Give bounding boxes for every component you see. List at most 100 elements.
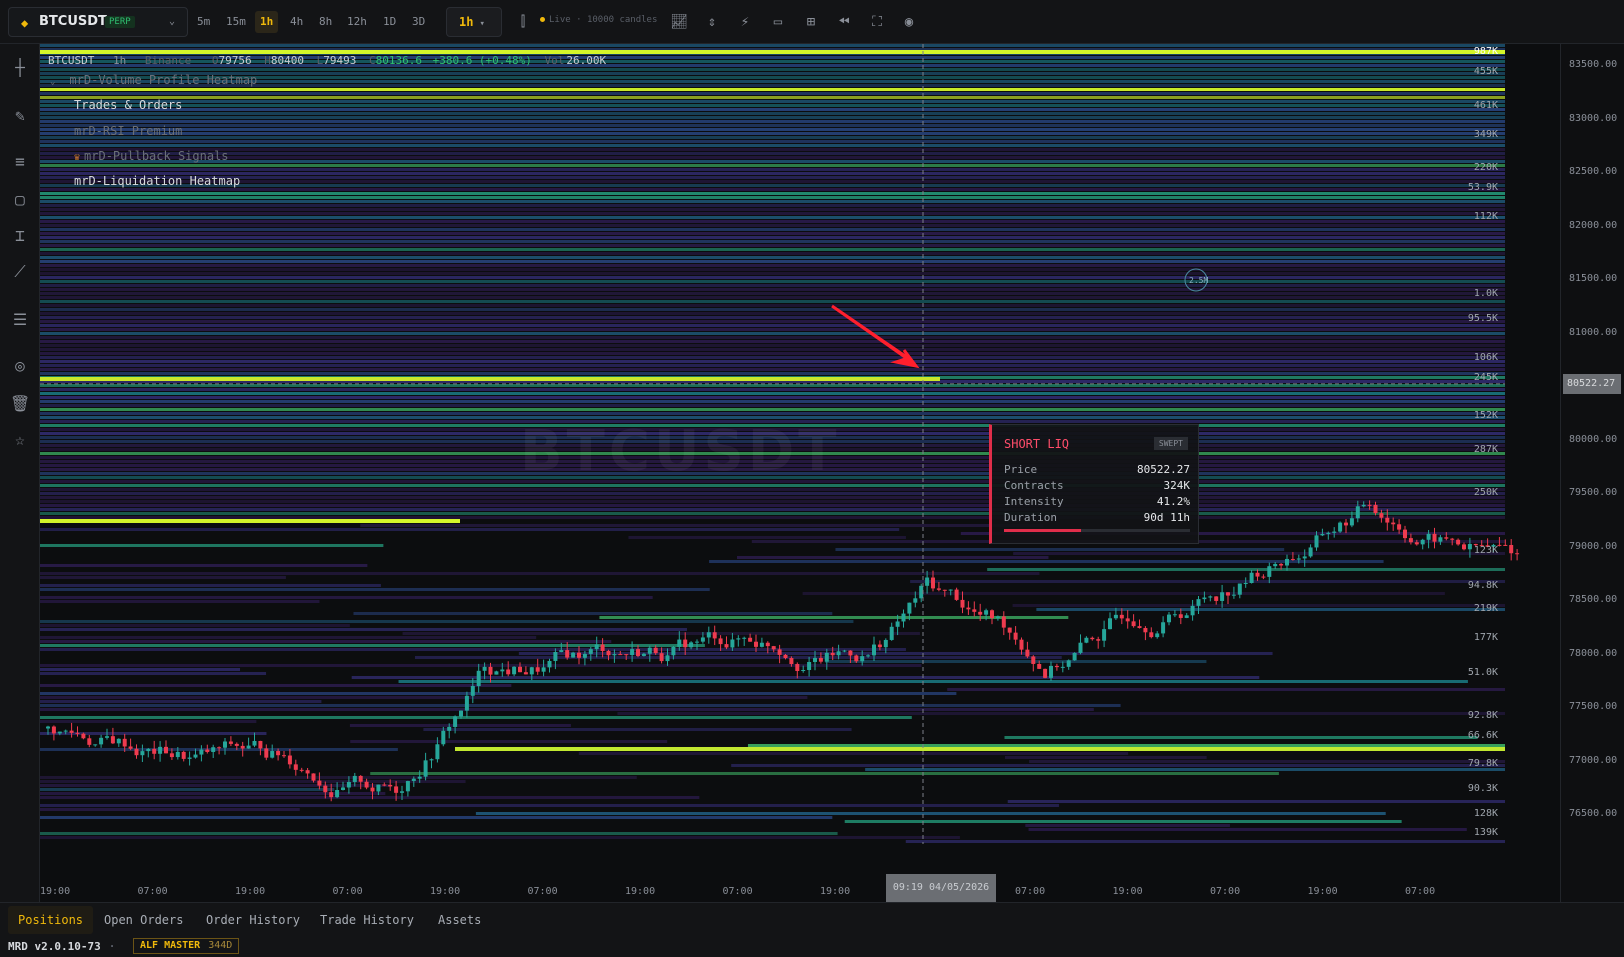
candle-body — [836, 651, 841, 656]
candle-body — [199, 749, 204, 755]
crosshair-icon[interactable]: ┼ — [10, 58, 30, 78]
liquidation-size-label: 92.8K — [1468, 710, 1498, 721]
compare-icon[interactable]: ⇕ — [702, 12, 722, 32]
tab-positions[interactable]: Positions — [8, 906, 94, 934]
version-label: MRD v2.0.10-73 · — [8, 940, 116, 953]
candle-body — [1249, 572, 1254, 583]
tf-8h[interactable]: 8h — [314, 11, 337, 33]
liquidation-size-label: 152K — [1474, 410, 1498, 421]
indicator-name: mrD-RSI Premium — [74, 124, 183, 138]
tf-1d[interactable]: 1D — [378, 11, 401, 33]
candle-body — [1450, 538, 1455, 540]
candle-body — [1214, 596, 1219, 601]
tab-trade-history[interactable]: Trade History — [310, 906, 424, 934]
lines-icon[interactable]: ≡ — [10, 152, 30, 172]
candle-body — [1060, 666, 1065, 668]
indicator-pullback[interactable]: ♛ mrD-Pullback Signals — [74, 149, 229, 163]
candle-body — [1208, 596, 1213, 598]
candle-body — [352, 775, 357, 782]
candle-body — [1332, 531, 1337, 533]
timeframe-dropdown[interactable]: 1h ▾ — [446, 7, 502, 37]
price-axis[interactable]: 83500.00 83000.00 82500.00 82000.00 81500.00… — [1560, 44, 1624, 902]
tf-3d[interactable]: 3D — [407, 11, 430, 33]
lightning-icon[interactable]: ⚡︎ — [735, 12, 755, 32]
candle-body — [1102, 629, 1107, 641]
liquidation-size-label: 66.6K — [1468, 730, 1498, 741]
candle-body — [877, 644, 882, 648]
indicator-volume-profile[interactable]: ⌄ mrD-Volume Profile Heatmap — [50, 73, 257, 87]
replay-icon[interactable]: ⏪︎ — [834, 12, 854, 32]
candle-body — [252, 740, 257, 746]
candle-body — [394, 786, 399, 793]
candle-body — [175, 751, 180, 758]
candle-body — [158, 746, 163, 754]
chevron-down-icon: ⌄ — [168, 16, 175, 27]
candle-body — [966, 607, 971, 610]
candle-body — [860, 656, 865, 662]
tf-4h[interactable]: 4h — [285, 11, 308, 33]
candle-body — [872, 644, 876, 656]
time-tick: 07:00 — [1015, 886, 1046, 897]
candle-body — [228, 741, 233, 744]
candle-body — [1379, 513, 1384, 518]
badge-count: 344D — [208, 940, 233, 951]
settings-sliders-icon[interactable]: ☰ — [10, 310, 30, 330]
candle-body — [211, 747, 216, 752]
trash-icon[interactable]: 🗑︎ — [10, 394, 30, 414]
indicator-liquidation-heatmap[interactable]: mrD-Liquidation Heatmap — [74, 174, 240, 188]
candle-body — [636, 649, 640, 656]
star-icon[interactable]: ☆ — [10, 430, 30, 450]
eye-icon[interactable]: ◎ — [10, 356, 30, 376]
candle-body — [978, 611, 983, 615]
candle-body — [441, 730, 446, 745]
candle-body — [1131, 621, 1136, 627]
candle-body — [169, 753, 174, 758]
rectangle-icon[interactable]: ▢ — [10, 190, 30, 210]
fullscreen-icon[interactable]: ⛶ — [867, 12, 887, 32]
candle-body — [400, 791, 404, 793]
candle-body — [1462, 544, 1466, 550]
trend-line-icon[interactable]: ⟋ — [10, 262, 30, 282]
tf-5m[interactable]: 5m — [192, 11, 215, 33]
candle-type-icon[interactable]: ⫿ — [513, 12, 533, 32]
candle-body — [559, 650, 564, 653]
pen-icon[interactable]: ✎ — [10, 106, 30, 126]
symbol-selector[interactable]: ◆ BTCUSDT PERP ⌄ — [8, 7, 188, 37]
candle-body — [488, 666, 493, 675]
chart-area[interactable]: BTCUSDT 2.5M 987K 455K 461K 349K 220K 53.9K 112… — [40, 44, 1624, 902]
candle-body — [1320, 533, 1325, 536]
tab-assets[interactable]: Assets — [428, 906, 491, 934]
candle-body — [683, 639, 688, 648]
layout-grid-icon[interactable]: ⊞ — [801, 12, 821, 32]
briefcase-icon[interactable]: ▭ — [768, 12, 788, 32]
candle-body — [1037, 663, 1042, 669]
measure-icon[interactable]: ⌶ — [10, 226, 30, 246]
liquidation-size-label: 106K — [1474, 352, 1498, 363]
collapse-chevron-icon[interactable]: ⌄ — [50, 77, 55, 87]
tab-order-history[interactable]: Order History — [196, 906, 310, 934]
tooltip-key: Duration — [1004, 511, 1057, 524]
live-dot-icon — [540, 17, 545, 22]
candle-body — [1515, 553, 1520, 555]
tooltip-row-intensity: Intensity 41.2% — [1004, 495, 1190, 508]
candle-body — [46, 726, 50, 729]
candle-body — [783, 654, 788, 659]
candle-body — [305, 770, 310, 774]
candle-body — [801, 670, 806, 672]
liquidation-size-label: 219K — [1474, 603, 1498, 614]
tf-12h[interactable]: 12h — [342, 11, 372, 33]
tf-1h[interactable]: 1h — [255, 11, 279, 33]
price-tick: 78000.00 — [1569, 647, 1618, 659]
candle-body — [51, 726, 56, 734]
symbol-name: BTCUSDT — [39, 14, 107, 29]
camera-icon[interactable]: ◉ — [899, 12, 919, 32]
price-tick: 81500.00 — [1569, 273, 1618, 285]
tf-15m[interactable]: 15m — [221, 11, 251, 33]
candle-body — [99, 737, 104, 745]
candle-body — [936, 588, 941, 590]
indicator-rsi[interactable]: mrD-RSI Premium — [74, 124, 182, 138]
indicator-trades-orders[interactable]: Trades & Orders — [74, 98, 182, 112]
indicators-icon[interactable]: 📈︎ — [669, 12, 689, 32]
candle-body — [388, 784, 393, 787]
tab-open-orders[interactable]: Open Orders — [94, 906, 193, 934]
